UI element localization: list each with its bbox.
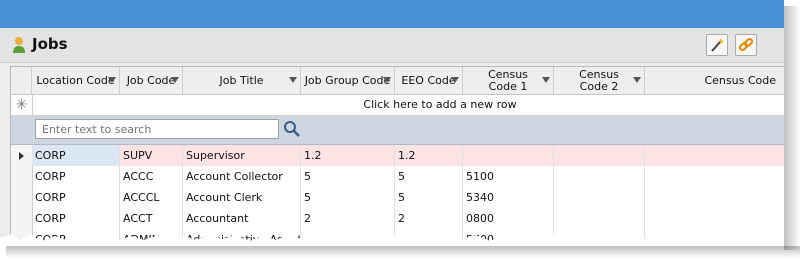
cell-location-code[interactable]: CORP [32,166,120,187]
cell-job-group-code[interactable]: 1.2 [301,145,395,166]
filter-icon[interactable] [383,77,391,83]
jobs-window: Jobs Location Code Job Code Job Title Jo… [0,0,784,246]
cell-job-group-code[interactable]: 5 [301,187,395,208]
column-label: Census Code [704,73,776,87]
cell-eeo-code[interactable]: 5 [395,187,463,208]
row-indicator [11,145,33,166]
cell-census-code-1[interactable]: 0800 [463,208,554,229]
cell-census-code-1[interactable] [463,145,554,166]
table-row[interactable]: CORP ACCCL Account Clerk 5 5 5340 [11,187,784,209]
magic-wand-button[interactable] [706,34,728,56]
row-indicator [11,187,33,208]
column-header-census-code-3[interactable]: Census Code [645,67,784,94]
column-label: Job Code [126,73,176,87]
table-row[interactable]: CORP SUPV Supervisor 1.2 1.2 [11,145,784,167]
column-header-job-title[interactable]: Job Title [183,67,301,94]
filter-icon[interactable] [289,77,297,83]
cell-job-title[interactable]: Supervisor [183,145,301,166]
link-button[interactable] [735,34,757,56]
search-icon[interactable] [283,120,301,138]
cell-census-code-3[interactable] [645,208,784,229]
cell-census-code-2[interactable] [554,187,645,208]
search-bar [11,116,784,145]
row-indicator-header [11,67,32,94]
column-header-census-code-1[interactable]: Census Code 1 [463,67,554,94]
column-label: Job Title [219,73,264,87]
cell-location-code[interactable]: CORP [32,145,120,166]
cell-job-title[interactable]: Accountant [183,208,301,229]
filter-icon[interactable] [542,77,550,83]
column-label: Location Code [36,73,115,87]
cell-location-code[interactable]: CORP [32,187,120,208]
filter-icon[interactable] [633,77,641,83]
cell-census-code-1[interactable]: 5100 [463,166,554,187]
cell-census-code-2[interactable] [554,145,645,166]
column-label: Census Code 1 [488,67,528,93]
cell-census-code-3[interactable] [645,166,784,187]
table-row[interactable]: CORP ACCC Account Collector 5 5 5100 [11,166,784,188]
grid-header-row: Location Code Job Code Job Title Job Gro… [11,67,784,95]
cell-job-code[interactable]: SUPV [120,145,183,166]
window-shadow-right [784,6,800,250]
cell-job-title[interactable]: Account Collector [183,166,301,187]
window-titlebar [0,0,784,28]
magic-wand-icon [711,38,725,52]
column-header-job-group-code[interactable]: Job Group Code [301,67,395,94]
cell-job-group-code[interactable]: 5 [301,166,395,187]
row-indicator [11,166,33,187]
window-shadow-bottom [6,246,800,258]
current-row-arrow-icon [19,152,24,160]
cell-census-code-2[interactable] [554,208,645,229]
column-header-job-code[interactable]: Job Code [120,67,183,94]
cell-job-group-code[interactable]: 2 [301,208,395,229]
panel-header: Jobs [0,28,784,63]
column-header-census-code-2[interactable]: Census Code 2 [554,67,645,94]
cell-eeo-code[interactable]: 2 [395,208,463,229]
torn-edge [0,234,784,246]
cell-location-code[interactable]: CORP [32,208,120,229]
cell-census-code-1[interactable]: 5340 [463,187,554,208]
cell-eeo-code[interactable]: 1.2 [395,145,463,166]
cell-census-code-3[interactable] [645,187,784,208]
cell-job-code[interactable]: ACCT [120,208,183,229]
person-icon [13,37,25,53]
column-header-eeo-code[interactable]: EEO Code [395,67,463,94]
search-input[interactable] [35,119,279,139]
cell-job-code[interactable]: ACCCL [120,187,183,208]
column-label: EEO Code [401,73,456,87]
add-new-row-label: Click here to add a new row [363,98,517,111]
add-new-row[interactable]: ✳ Click here to add a new row [11,95,784,116]
column-label: Job Group Code [304,73,391,87]
column-header-location-code[interactable]: Location Code [32,67,120,94]
panel-title: Jobs [32,35,68,53]
asterisk-icon: ✳ [11,95,33,115]
cell-census-code-2[interactable] [554,166,645,187]
column-label: Census Code 2 [579,67,619,93]
filter-icon[interactable] [108,77,116,83]
cell-census-code-3[interactable] [645,145,784,166]
filter-icon[interactable] [171,77,179,83]
table-row[interactable]: CORP ACCT Accountant 2 2 0800 [11,208,784,230]
jobs-grid: Location Code Job Code Job Title Job Gro… [10,66,784,246]
row-indicator [11,208,33,229]
chain-link-icon [738,37,754,52]
cell-eeo-code[interactable]: 5 [395,166,463,187]
cell-job-code[interactable]: ACCC [120,166,183,187]
cell-job-title[interactable]: Account Clerk [183,187,301,208]
filter-icon[interactable] [451,77,459,83]
